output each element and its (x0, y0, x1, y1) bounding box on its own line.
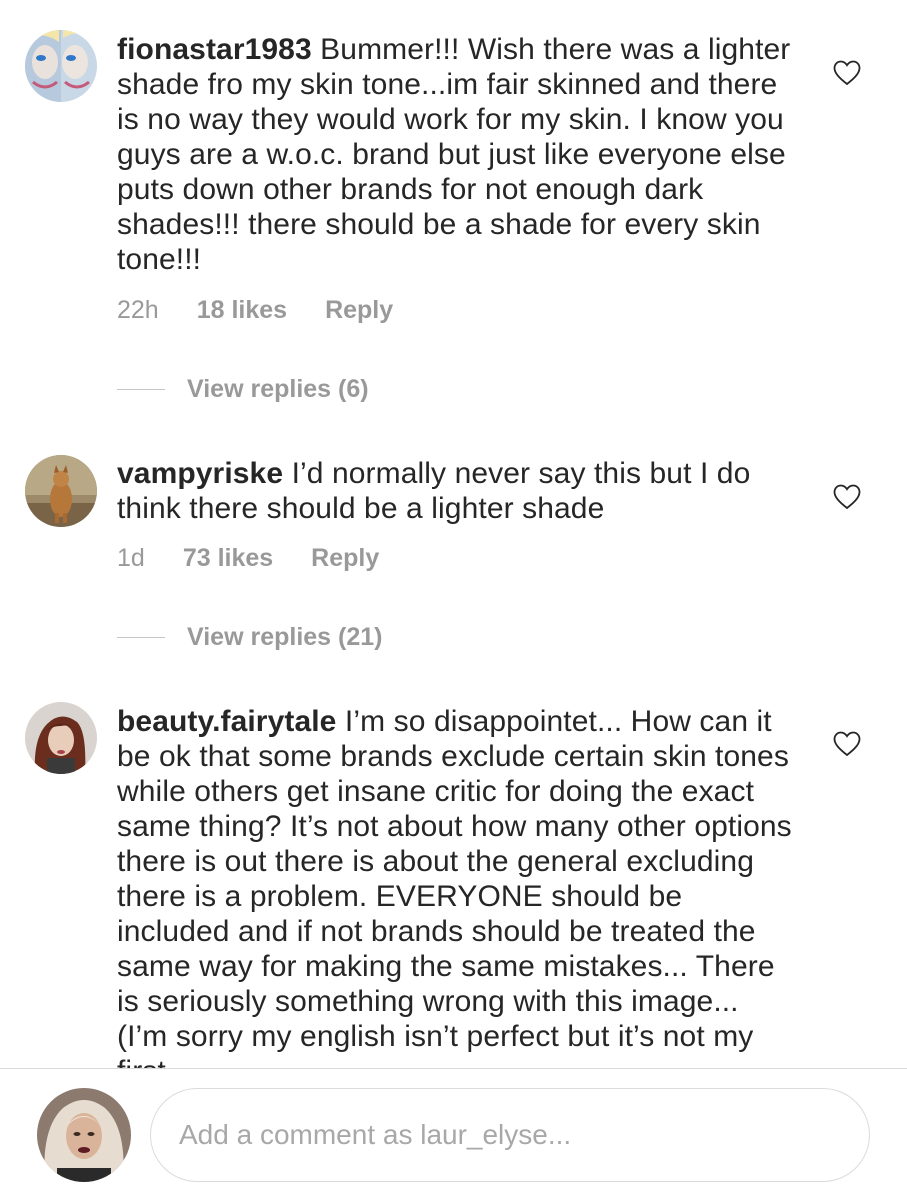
heart-outline-icon[interactable] (833, 484, 861, 510)
comments-list: fionastar1983 Bummer!!! Wish there was a… (0, 0, 907, 1068)
comment-text: fionastar1983 Bummer!!! Wish there was a… (117, 32, 797, 277)
replies-divider-line (117, 637, 165, 638)
comment-likes[interactable]: 73 likes (183, 544, 273, 573)
comment-username[interactable]: beauty.fairytale (117, 705, 336, 738)
heart-outline-icon[interactable] (833, 731, 861, 757)
replies-divider-line (117, 389, 165, 390)
current-user-avatar (37, 1088, 131, 1182)
comment-text: beauty.fairytale I’m so disappointet... … (117, 704, 797, 1068)
comment-timestamp: 22h (117, 296, 159, 324)
comment-message: Bummer!!! Wish there was a lighter shade… (117, 33, 791, 276)
comment-likes[interactable]: 18 likes (197, 296, 287, 325)
comment-meta: 22h 18 likes Reply (117, 296, 393, 325)
add-comment-input[interactable] (150, 1088, 870, 1182)
view-replies-button[interactable]: View replies (6) (117, 375, 369, 404)
avatar-image (25, 30, 97, 102)
reply-button[interactable]: Reply (325, 296, 393, 325)
comment-meta: 1d 73 likes Reply (117, 544, 379, 573)
view-replies-button[interactable]: View replies (21) (117, 623, 382, 652)
commenter-avatar[interactable] (25, 30, 97, 102)
comment-username[interactable]: fionastar1983 (117, 33, 312, 66)
view-replies-label: View replies (21) (187, 623, 383, 651)
commenter-avatar[interactable] (25, 455, 97, 527)
comment-message: I’m so disappointet... How can it be ok … (117, 705, 792, 1068)
reply-button[interactable]: Reply (311, 544, 379, 573)
comment-text: vampyriske I’d normally never say this b… (117, 456, 797, 526)
avatar-image (25, 702, 97, 774)
view-replies-label: View replies (6) (187, 375, 369, 403)
avatar-image (37, 1088, 131, 1182)
comment-timestamp: 1d (117, 544, 145, 572)
commenter-avatar[interactable] (25, 702, 97, 774)
comment-composer (0, 1069, 907, 1200)
heart-outline-icon[interactable] (833, 60, 861, 86)
comment-username[interactable]: vampyriske (117, 457, 283, 490)
avatar-image (25, 455, 97, 527)
